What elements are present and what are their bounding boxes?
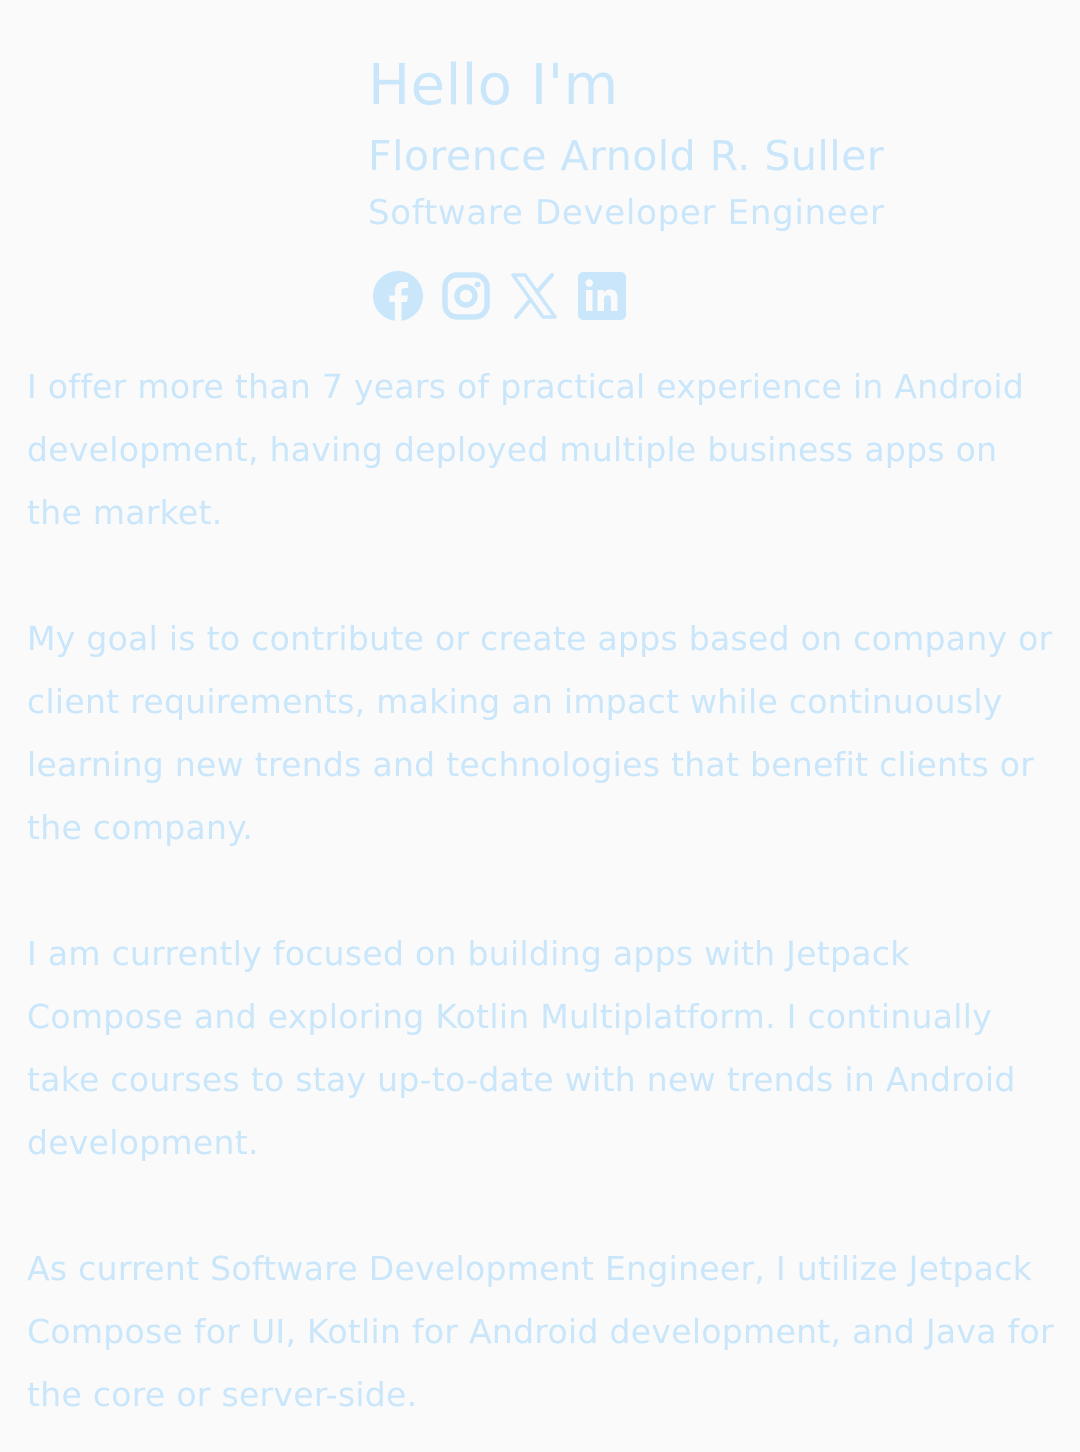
about-paragraph-1: I offer more than 7 years of practical e…: [27, 367, 1025, 532]
about-section: I offer more than 7 years of practical e…: [27, 355, 1057, 1452]
x-icon: [511, 273, 557, 319]
profile-role: Software Developer Engineer: [368, 193, 885, 233]
facebook-icon: [373, 271, 423, 321]
facebook-link[interactable]: [372, 270, 424, 322]
instagram-link[interactable]: [440, 270, 492, 322]
about-paragraph-4: As current Software Development Engineer…: [27, 1249, 1054, 1414]
profile-name: Florence Arnold R. Suller: [368, 132, 885, 180]
profile-screen: Hello I'm Florence Arnold R. Suller Soft…: [0, 0, 1080, 1452]
about-paragraph-2: My goal is to contribute or create apps …: [27, 619, 1053, 847]
social-links: [372, 270, 628, 322]
instagram-icon: [442, 272, 490, 320]
linkedin-link[interactable]: [576, 270, 628, 322]
profile-header: Hello I'm Florence Arnold R. Suller Soft…: [368, 50, 1058, 236]
greeting-title: Hello I'm: [368, 53, 619, 118]
about-paragraph-3: I am currently focused on building apps …: [27, 934, 1016, 1162]
x-link[interactable]: [508, 270, 560, 322]
linkedin-icon: [578, 272, 626, 320]
